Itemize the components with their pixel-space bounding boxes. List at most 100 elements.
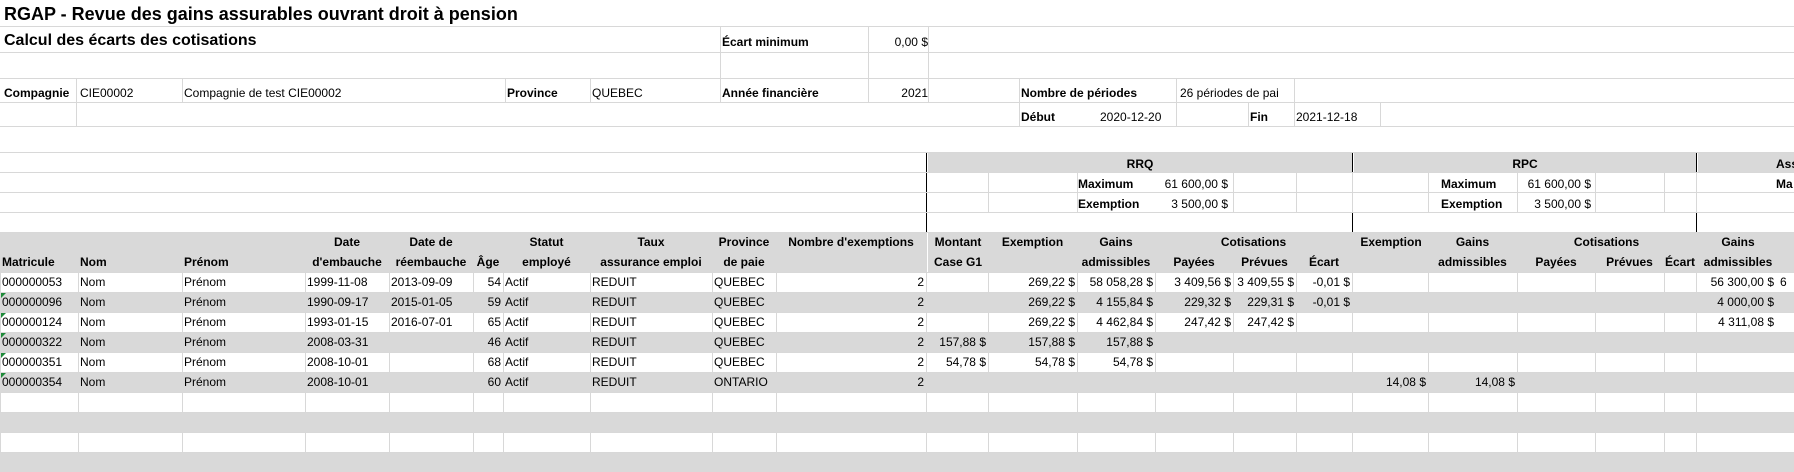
cell-statut[interactable]: Actif xyxy=(505,292,589,312)
cell-nbex[interactable]: 2 xyxy=(776,352,924,372)
cell-rpc-gains[interactable]: 14,08 $ xyxy=(1428,372,1515,392)
cell-montant[interactable] xyxy=(928,372,986,392)
cell-rpc-exemp[interactable]: 14,08 $ xyxy=(1354,372,1426,392)
cell-payees[interactable] xyxy=(1155,332,1231,352)
cell-gains[interactable]: 4 155,84 $ xyxy=(1077,292,1153,312)
cell-extra[interactable] xyxy=(1780,332,1794,352)
cell-prevues[interactable]: 247,42 $ xyxy=(1233,312,1294,332)
cell-payees[interactable] xyxy=(1155,372,1231,392)
cell-rpc-exemp[interactable] xyxy=(1354,292,1426,312)
cell-prevues[interactable] xyxy=(1233,332,1294,352)
cell-emb[interactable]: 1993-01-15 xyxy=(307,312,387,332)
cell-mat[interactable]: 000000053 xyxy=(2,272,76,292)
cell-prenom[interactable]: Prénom xyxy=(184,312,304,332)
cell-nbex[interactable]: 2 xyxy=(776,272,924,292)
cell-mat[interactable]: 000000322 xyxy=(2,332,76,352)
cell-ass-gains[interactable] xyxy=(1698,332,1774,352)
cell-prov[interactable]: QUEBEC xyxy=(714,312,776,332)
cell-prevues[interactable] xyxy=(1233,352,1294,372)
cell-payees[interactable]: 3 409,56 $ xyxy=(1155,272,1231,292)
cell-emb[interactable]: 1999-11-08 xyxy=(307,272,387,292)
compagnie-code[interactable]: CIE00002 xyxy=(80,83,180,103)
cell-age[interactable]: 59 xyxy=(473,292,501,312)
cell-ecart[interactable] xyxy=(1296,352,1350,372)
cell-gains[interactable]: 58 058,28 $ xyxy=(1077,272,1153,292)
cell-nbex[interactable]: 2 xyxy=(776,312,924,332)
cell-prenom[interactable]: Prénom xyxy=(184,352,304,372)
cell-gains[interactable]: 54,78 $ xyxy=(1077,352,1153,372)
cell-gains[interactable]: 157,88 $ xyxy=(1077,332,1153,352)
cell-prov[interactable]: QUEBEC xyxy=(714,272,776,292)
cell-gains[interactable]: 4 462,84 $ xyxy=(1077,312,1153,332)
cell-statut[interactable]: Actif xyxy=(505,332,589,352)
debut-value[interactable]: 2020-12-20 xyxy=(1100,107,1180,127)
cell-mat[interactable]: 000000351 xyxy=(2,352,76,372)
cell-rpc-gains[interactable] xyxy=(1428,292,1515,312)
cell-reemb[interactable]: 2015-01-05 xyxy=(391,292,471,312)
cell-taux[interactable]: REDUIT xyxy=(592,312,710,332)
cell-ecart[interactable] xyxy=(1296,312,1350,332)
cell-exemp[interactable]: 157,88 $ xyxy=(988,332,1075,352)
cell-age[interactable]: 46 xyxy=(473,332,501,352)
cell-exemp[interactable] xyxy=(988,372,1075,392)
cell-mat[interactable]: 000000124 xyxy=(2,312,76,332)
cell-rpc-gains[interactable] xyxy=(1428,312,1515,332)
cell-taux[interactable]: REDUIT xyxy=(592,352,710,372)
cell-ass-gains[interactable]: 4 000,00 $ xyxy=(1698,292,1774,312)
cell-payees[interactable]: 229,32 $ xyxy=(1155,292,1231,312)
cell-extra[interactable] xyxy=(1780,352,1794,372)
cell-montant[interactable] xyxy=(928,292,986,312)
cell-payees[interactable]: 247,42 $ xyxy=(1155,312,1231,332)
cell-taux[interactable]: REDUIT xyxy=(592,332,710,352)
rrq-max-value[interactable]: 61 600,00 $ xyxy=(1148,174,1228,194)
cell-exemp[interactable]: 54,78 $ xyxy=(988,352,1075,372)
rpc-max-value[interactable]: 61 600,00 $ xyxy=(1511,174,1591,194)
cell-prevues[interactable]: 229,31 $ xyxy=(1233,292,1294,312)
cell-montant[interactable] xyxy=(928,272,986,292)
cell-age[interactable]: 54 xyxy=(473,272,501,292)
cell-extra[interactable] xyxy=(1780,292,1794,312)
cell-prov[interactable]: ONTARIO xyxy=(714,372,776,392)
cell-ecart[interactable]: -0,01 $ xyxy=(1296,272,1350,292)
cell-statut[interactable]: Actif xyxy=(505,272,589,292)
cell-reemb[interactable] xyxy=(391,332,471,352)
cell-taux[interactable]: REDUIT xyxy=(592,372,710,392)
cell-ass-gains[interactable]: 4 311,08 $ xyxy=(1698,312,1774,332)
cell-gains[interactable] xyxy=(1077,372,1153,392)
cell-nom[interactable]: Nom xyxy=(80,352,180,372)
cell-reemb[interactable] xyxy=(391,372,471,392)
fin-value[interactable]: 2021-12-18 xyxy=(1296,107,1378,127)
cell-extra[interactable]: 6 xyxy=(1780,272,1794,292)
cell-age[interactable]: 60 xyxy=(473,372,501,392)
cell-exemp[interactable]: 269,22 $ xyxy=(988,312,1075,332)
cell-statut[interactable]: Actif xyxy=(505,312,589,332)
cell-prevues[interactable]: 3 409,55 $ xyxy=(1233,272,1294,292)
cell-ass-gains[interactable] xyxy=(1698,372,1774,392)
cell-reemb[interactable]: 2016-07-01 xyxy=(391,312,471,332)
cell-prenom[interactable]: Prénom xyxy=(184,332,304,352)
cell-nom[interactable]: Nom xyxy=(80,332,180,352)
cell-nbex[interactable]: 2 xyxy=(776,292,924,312)
cell-prenom[interactable]: Prénom xyxy=(184,372,304,392)
ecart-minimum-value[interactable]: 0,00 $ xyxy=(870,32,928,52)
cell-rpc-exemp[interactable] xyxy=(1354,332,1426,352)
cell-nbex[interactable]: 2 xyxy=(776,332,924,352)
cell-emb[interactable]: 2008-10-01 xyxy=(307,372,387,392)
cell-taux[interactable]: REDUIT xyxy=(592,272,710,292)
cell-nom[interactable]: Nom xyxy=(80,312,180,332)
cell-nbex[interactable]: 2 xyxy=(776,372,924,392)
cell-mat[interactable]: 000000354 xyxy=(2,372,76,392)
periodes-value[interactable]: 26 périodes de pai xyxy=(1180,83,1295,103)
cell-prenom[interactable]: Prénom xyxy=(184,292,304,312)
cell-rpc-gains[interactable] xyxy=(1428,332,1515,352)
cell-statut[interactable]: Actif xyxy=(505,372,589,392)
cell-rpc-exemp[interactable] xyxy=(1354,352,1426,372)
cell-age[interactable]: 65 xyxy=(473,312,501,332)
cell-prenom[interactable]: Prénom xyxy=(184,272,304,292)
cell-montant[interactable]: 157,88 $ xyxy=(928,332,986,352)
cell-exemp[interactable]: 269,22 $ xyxy=(988,272,1075,292)
cell-prov[interactable]: QUEBEC xyxy=(714,292,776,312)
cell-rpc-exemp[interactable] xyxy=(1354,312,1426,332)
cell-statut[interactable]: Actif xyxy=(505,352,589,372)
cell-extra[interactable] xyxy=(1780,372,1794,392)
